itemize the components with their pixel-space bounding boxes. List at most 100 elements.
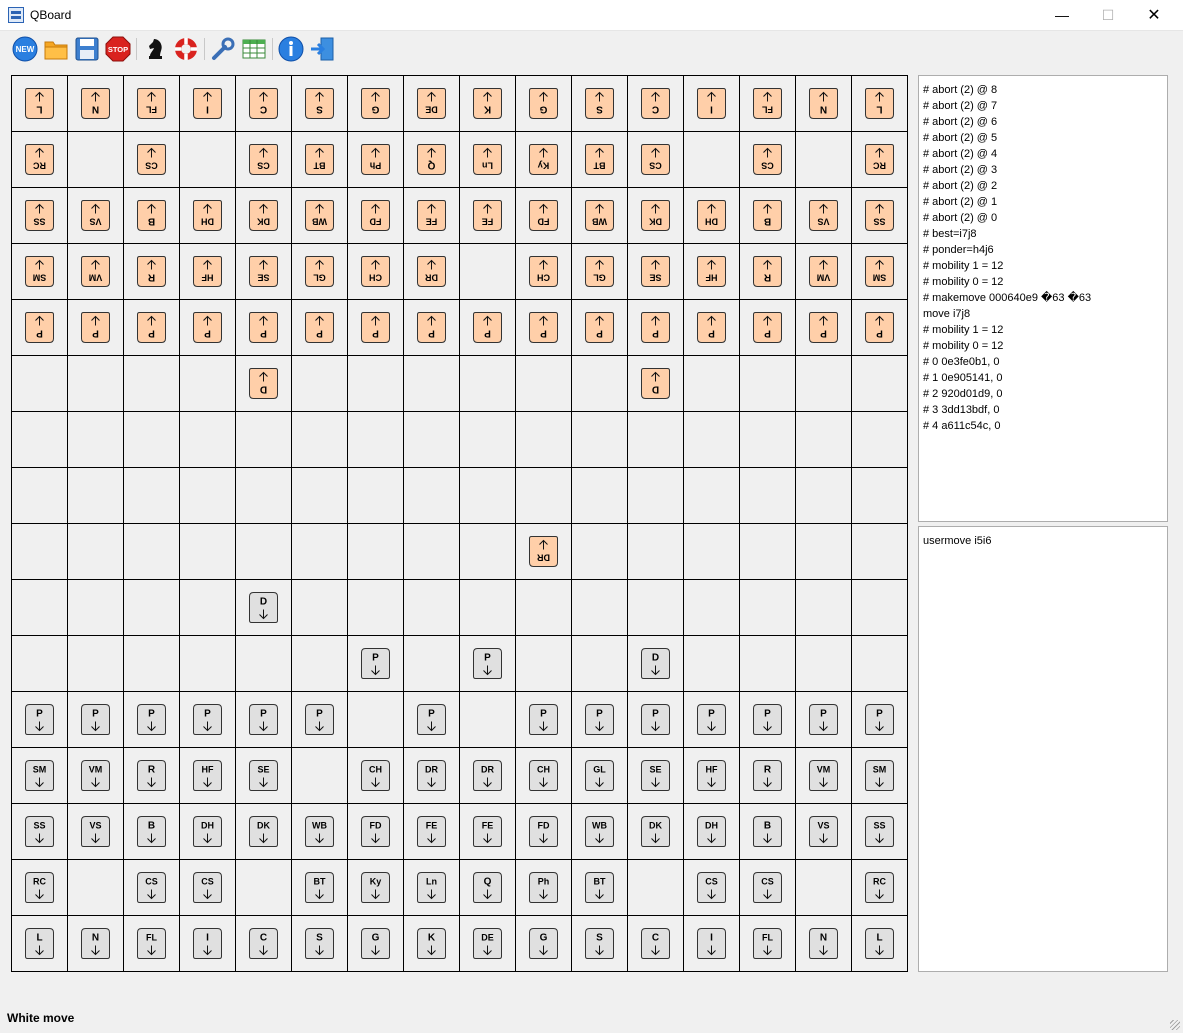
open-button[interactable] [42,35,70,63]
white-piece[interactable]: S [305,928,334,959]
board-square[interactable] [11,579,68,636]
board-square[interactable] [403,411,460,468]
white-piece[interactable]: CS [697,872,726,903]
board-square[interactable] [403,355,460,412]
board-square[interactable] [851,523,908,580]
black-piece[interactable]: P [193,312,222,343]
table-button[interactable] [240,35,268,63]
white-piece[interactable]: VM [809,760,838,791]
white-piece[interactable]: DK [249,816,278,847]
black-piece[interactable]: N [81,88,110,119]
white-piece[interactable]: FE [473,816,502,847]
board-square[interactable] [627,579,684,636]
board-square[interactable] [459,691,516,748]
white-piece[interactable]: FL [137,928,166,959]
board-square[interactable] [235,635,292,692]
black-piece[interactable]: SM [25,256,54,287]
board-square[interactable] [683,523,740,580]
board-square[interactable] [179,523,236,580]
black-piece[interactable]: P [641,312,670,343]
board-square[interactable] [795,859,852,916]
board-square[interactable] [795,467,852,524]
black-piece[interactable]: WB [585,200,614,231]
black-piece[interactable]: GL [305,256,334,287]
black-piece[interactable]: P [585,312,614,343]
white-piece[interactable]: SE [641,760,670,791]
white-piece[interactable]: CH [529,760,558,791]
stop-button[interactable]: STOP [104,35,132,63]
white-piece[interactable]: B [137,816,166,847]
white-piece[interactable]: G [529,928,558,959]
board-square[interactable] [683,467,740,524]
white-piece[interactable]: R [753,760,782,791]
black-piece[interactable]: G [361,88,390,119]
white-piece[interactable]: P [585,704,614,735]
black-piece[interactable]: DH [193,200,222,231]
save-button[interactable] [73,35,101,63]
white-piece[interactable]: P [361,648,390,679]
board-square[interactable] [291,355,348,412]
minimize-button[interactable]: — [1039,0,1085,31]
board-square[interactable] [67,523,124,580]
board-square[interactable] [459,355,516,412]
board-square[interactable] [179,579,236,636]
black-piece[interactable]: Ph [361,144,390,175]
board-square[interactable] [795,579,852,636]
board-square[interactable] [403,467,460,524]
black-piece[interactable]: B [137,200,166,231]
black-piece[interactable]: DK [249,200,278,231]
board-square[interactable] [123,411,180,468]
board-square[interactable] [123,355,180,412]
board-square[interactable] [515,355,572,412]
white-piece[interactable]: GL [585,760,614,791]
board-square[interactable] [571,579,628,636]
white-piece[interactable]: P [81,704,110,735]
board-square[interactable] [11,411,68,468]
engine-input-pane[interactable]: usermove i5i6 [918,526,1168,972]
white-piece[interactable]: CS [193,872,222,903]
board-square[interactable] [347,467,404,524]
board-square[interactable] [179,131,236,188]
white-piece[interactable]: P [249,704,278,735]
board-square[interactable] [347,355,404,412]
white-piece[interactable]: P [809,704,838,735]
new-game-button[interactable]: NEW [11,35,39,63]
black-piece[interactable]: CS [641,144,670,175]
black-piece[interactable]: HF [697,256,726,287]
black-piece[interactable]: Ky [529,144,558,175]
white-piece[interactable]: SM [865,760,894,791]
board-square[interactable] [683,411,740,468]
board-square[interactable] [403,579,460,636]
board-square[interactable] [571,355,628,412]
white-piece[interactable]: BT [585,872,614,903]
board-square[interactable] [627,467,684,524]
board-square[interactable] [67,131,124,188]
black-piece[interactable]: P [81,312,110,343]
black-piece[interactable]: C [641,88,670,119]
black-piece[interactable]: G [529,88,558,119]
board-square[interactable] [683,131,740,188]
board-square[interactable] [67,467,124,524]
board-square[interactable] [347,579,404,636]
black-piece[interactable]: I [697,88,726,119]
board-square[interactable] [67,635,124,692]
black-piece[interactable]: CS [137,144,166,175]
board-square[interactable] [795,523,852,580]
white-piece[interactable]: P [473,648,502,679]
board-square[interactable] [739,523,796,580]
board-square[interactable] [739,579,796,636]
board-square[interactable] [291,635,348,692]
white-piece[interactable]: FD [529,816,558,847]
board-square[interactable] [347,691,404,748]
black-piece[interactable]: P [137,312,166,343]
black-piece[interactable]: P [305,312,334,343]
board-square[interactable] [795,131,852,188]
white-piece[interactable]: L [25,928,54,959]
white-piece[interactable]: I [193,928,222,959]
white-piece[interactable]: P [641,704,670,735]
black-piece[interactable]: GL [585,256,614,287]
white-piece[interactable]: P [697,704,726,735]
white-piece[interactable]: B [753,816,782,847]
board-square[interactable] [683,579,740,636]
resize-grip[interactable] [1170,1020,1180,1030]
